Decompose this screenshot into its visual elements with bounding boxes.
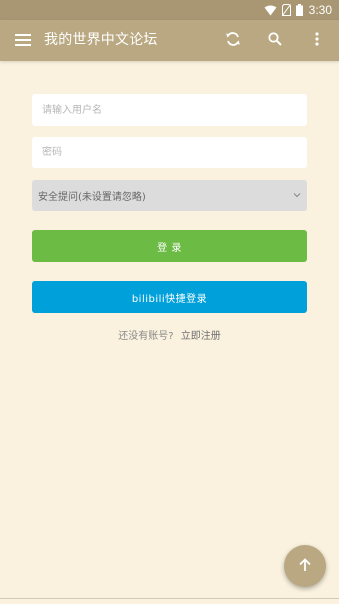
arrow-up-icon: [298, 557, 312, 576]
status-bar: 3:30: [0, 0, 339, 20]
no-sim-icon: [281, 4, 291, 16]
bilibili-login-label: bilibili快捷登录: [131, 293, 208, 305]
search-icon: [268, 31, 282, 50]
bilibili-login-button[interactable]: bilibili快捷登录: [32, 281, 307, 313]
refresh-button[interactable]: [216, 20, 250, 61]
wifi-icon: [264, 5, 277, 16]
more-vert-icon: [315, 31, 319, 50]
app-bar: 我的世界中文论坛: [0, 20, 339, 61]
menu-icon: [15, 31, 31, 50]
scroll-top-button[interactable]: [284, 545, 326, 587]
search-button[interactable]: [258, 20, 292, 61]
login-button-label: 登 录: [157, 242, 182, 254]
battery-icon: [295, 4, 303, 16]
menu-button[interactable]: [6, 20, 40, 61]
username-input[interactable]: [32, 94, 307, 126]
app-title: 我的世界中文论坛: [44, 32, 158, 48]
chevron-down-icon: [293, 190, 301, 201]
security-question-select[interactable]: 安全提问(未设置请忽略): [32, 180, 307, 211]
login-button[interactable]: 登 录: [32, 230, 307, 262]
status-time: 3:30: [308, 3, 332, 17]
bottom-divider: [0, 598, 339, 599]
register-link[interactable]: 立即注册: [181, 331, 221, 342]
register-row: 还没有账号? 立即注册: [0, 327, 339, 342]
password-input[interactable]: [32, 137, 307, 168]
no-account-text: 还没有账号?: [118, 331, 174, 342]
more-options-button[interactable]: [300, 20, 334, 61]
security-question-value: 安全提问(未设置请忽略): [38, 192, 146, 203]
refresh-icon: [225, 31, 241, 51]
